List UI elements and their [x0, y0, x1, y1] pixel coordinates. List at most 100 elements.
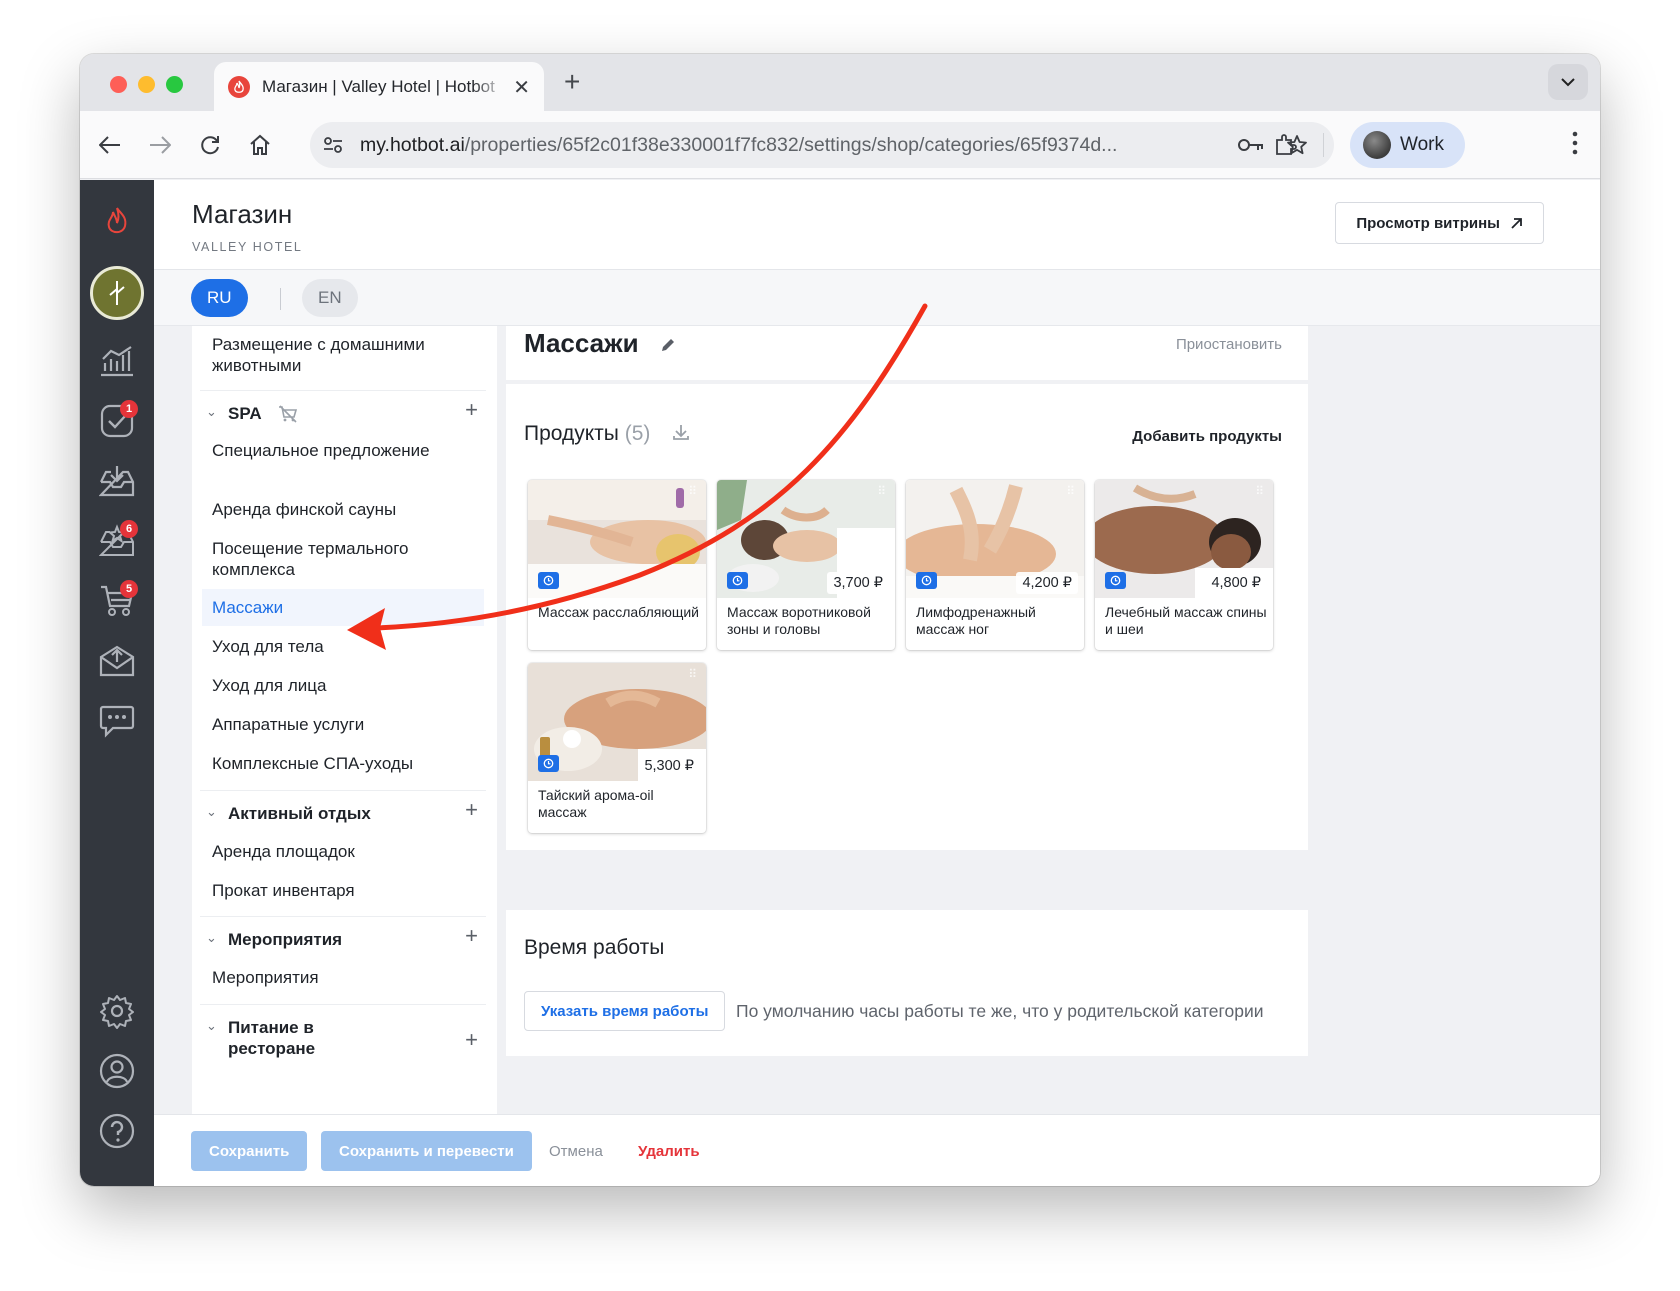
- tree-group-label: SPA: [228, 404, 262, 423]
- lang-tab-ru[interactable]: RU: [191, 279, 248, 317]
- address-bar[interactable]: my.hotbot.ai/properties/65f2c01f38e33000…: [310, 122, 1334, 168]
- tree-group-active-rest[interactable]: ⌄ Активный отдых +: [200, 790, 486, 830]
- url-text: my.hotbot.ai/properties/65f2c01f38e33000…: [360, 133, 1118, 156]
- category-tree: Размещение с домашними животными ⌄ SPA +…: [192, 326, 497, 1114]
- maximize-window-button[interactable]: [166, 76, 183, 93]
- product-card[interactable]: 5,300 ₽ ⠿ Тайский арома-oil массаж: [528, 663, 706, 833]
- inbox-icon[interactable]: [94, 458, 140, 504]
- page-title: Магазин: [192, 199, 293, 229]
- schedule-clock-icon: [538, 755, 559, 772]
- user-profile-icon[interactable]: [94, 1048, 140, 1094]
- add-subcategory-icon[interactable]: +: [465, 1027, 478, 1053]
- property-name: VALLEY HOTEL: [192, 240, 303, 254]
- download-icon[interactable]: [672, 423, 690, 441]
- reviews-badge: 6: [120, 520, 138, 538]
- tree-item[interactable]: Размещение с домашними животными: [212, 334, 482, 376]
- reload-icon[interactable]: [194, 129, 226, 161]
- product-name: Массаж расслабляющий: [538, 604, 699, 620]
- forward-icon[interactable]: [144, 129, 176, 161]
- drag-handle-icon[interactable]: ⠿: [1066, 485, 1075, 497]
- schedule-clock-icon: [538, 572, 559, 589]
- new-tab-icon[interactable]: +: [564, 66, 580, 98]
- product-card[interactable]: ⠿ Массаж расслабляющий: [528, 480, 706, 650]
- working-hours-card: Время работы Указать время работы По умо…: [506, 910, 1308, 1056]
- chevron-down-icon[interactable]: ⌄: [206, 404, 217, 420]
- tree-group-label: Мероприятия: [228, 930, 343, 949]
- tree-group-events[interactable]: ⌄ Мероприятия +: [200, 916, 486, 956]
- home-icon[interactable]: [244, 129, 276, 161]
- extensions-icon[interactable]: [1269, 129, 1301, 161]
- save-and-translate-button[interactable]: Сохранить и перевести: [321, 1131, 532, 1171]
- product-card[interactable]: 3,700 ₽ ⠿ Массаж воротниковой зоны и гол…: [717, 480, 895, 650]
- tree-item[interactable]: Уход для лица: [212, 675, 482, 696]
- products-card: Продукты (5) Добавить продукты ⠿ Массаж …: [506, 384, 1308, 850]
- chat-icon[interactable]: [94, 698, 140, 744]
- page-header: Магазин VALLEY HOTEL Просмотр витрины: [154, 180, 1600, 270]
- back-icon[interactable]: [94, 129, 126, 161]
- tab-search-button[interactable]: [1548, 64, 1588, 100]
- product-card[interactable]: 4,800 ₽ ⠿ Лечебный массаж спины и шеи: [1095, 480, 1273, 650]
- profile-label: Work: [1400, 134, 1444, 155]
- tasks-icon[interactable]: 1: [94, 398, 140, 444]
- chevron-down-icon[interactable]: ⌄: [206, 930, 217, 946]
- tree-item[interactable]: Посещение термального комплекса: [212, 538, 482, 580]
- add-subcategory-icon[interactable]: +: [465, 397, 478, 423]
- add-subcategory-icon[interactable]: +: [465, 797, 478, 823]
- form-actions: Сохранить Сохранить и перевести Отмена У…: [154, 1114, 1600, 1186]
- drag-handle-icon[interactable]: ⠿: [877, 485, 886, 497]
- tree-item[interactable]: Специальное предложение: [212, 440, 482, 461]
- chevron-down-icon[interactable]: ⌄: [206, 1018, 217, 1034]
- drag-handle-icon[interactable]: ⠿: [1255, 485, 1264, 497]
- drag-handle-icon[interactable]: ⠿: [688, 485, 697, 497]
- edit-pencil-icon[interactable]: [660, 337, 676, 353]
- tab-close-icon[interactable]: ✕: [513, 75, 530, 100]
- browser-tab[interactable]: Магазин | Valley Hotel | Hotbot ✕: [214, 62, 544, 111]
- tree-group-spa[interactable]: ⌄ SPA +: [200, 390, 486, 430]
- browser-toolbar: my.hotbot.ai/properties/65f2c01f38e33000…: [80, 111, 1600, 179]
- app-sidebar: 1 6 5: [80, 180, 154, 1186]
- products-count: (5): [624, 422, 651, 445]
- help-icon[interactable]: [94, 1108, 140, 1154]
- add-subcategory-icon[interactable]: +: [465, 923, 478, 949]
- view-storefront-label: Просмотр витрины: [1356, 214, 1500, 232]
- pause-category-link[interactable]: Приостановить: [1176, 336, 1282, 353]
- tree-item-active[interactable]: Массажи: [202, 589, 484, 626]
- add-products-button[interactable]: Добавить продукты: [1132, 428, 1282, 445]
- tree-item[interactable]: Прокат инвентаря: [212, 880, 482, 901]
- cart-hidden-icon: [279, 405, 298, 423]
- reviews-icon[interactable]: 6: [94, 518, 140, 564]
- delete-button[interactable]: Удалить: [638, 1143, 700, 1160]
- tab-strip: Магазин | Valley Hotel | Hotbot ✕ +: [80, 54, 1600, 111]
- close-window-button[interactable]: [110, 76, 127, 93]
- tree-item[interactable]: Комплексные СПА-уходы: [212, 753, 482, 774]
- chevron-down-icon[interactable]: ⌄: [206, 804, 217, 820]
- property-avatar[interactable]: [90, 266, 144, 320]
- set-hours-button[interactable]: Указать время работы: [524, 991, 726, 1031]
- tree-group-restaurant[interactable]: ⌄ Питание в ресторане +: [200, 1004, 486, 1084]
- view-storefront-button[interactable]: Просмотр витрины: [1335, 202, 1544, 244]
- profile-button[interactable]: Work: [1350, 122, 1465, 168]
- tree-item[interactable]: Мероприятия: [212, 967, 482, 988]
- tree-item[interactable]: Аппаратные услуги: [212, 714, 482, 735]
- tree-item[interactable]: Аренда финской сауны: [212, 499, 482, 520]
- lang-tab-en[interactable]: EN: [302, 279, 358, 317]
- toolbar-divider: [1323, 133, 1324, 157]
- drag-handle-icon[interactable]: ⠿: [688, 668, 697, 680]
- product-price: 4,800 ₽: [1205, 572, 1267, 594]
- tree-item[interactable]: Уход для тела: [212, 636, 482, 657]
- shop-cart-icon[interactable]: 5: [94, 578, 140, 624]
- hotbot-logo-icon[interactable]: [94, 198, 140, 244]
- working-hours-title: Время работы: [524, 936, 665, 959]
- mailing-icon[interactable]: [94, 638, 140, 684]
- cancel-button[interactable]: Отмена: [549, 1143, 603, 1160]
- settings-gear-icon[interactable]: [94, 988, 140, 1034]
- password-key-icon[interactable]: [1236, 130, 1266, 160]
- product-card[interactable]: 4,200 ₽ ⠿ Лимфодренажный массаж ног: [906, 480, 1084, 650]
- site-settings-icon[interactable]: [315, 127, 351, 163]
- browser-menu-icon[interactable]: [1572, 131, 1578, 160]
- product-name: Лимфодренажный массаж ног: [916, 604, 1036, 637]
- save-button[interactable]: Сохранить: [191, 1131, 308, 1171]
- analytics-icon[interactable]: [94, 338, 140, 384]
- tree-item[interactable]: Аренда площадок: [212, 841, 482, 862]
- minimize-window-button[interactable]: [138, 76, 155, 93]
